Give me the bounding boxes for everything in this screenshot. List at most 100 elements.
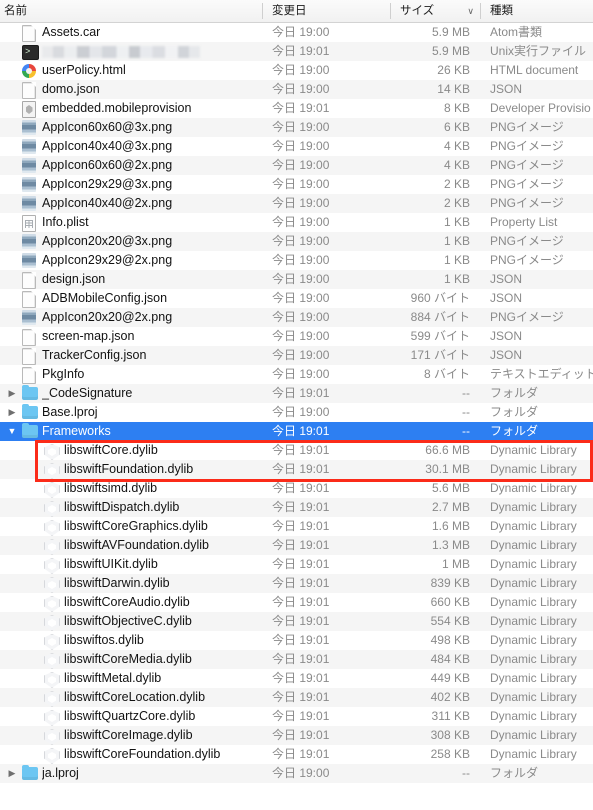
dynamic-library-icon (44, 520, 60, 536)
document-icon (22, 348, 36, 365)
table-row[interactable]: AppIcon60x60@2x.png 今日 19:00 4 KB PNGイメージ (0, 156, 593, 175)
table-row[interactable]: Assets.car 今日 19:00 5.9 MB Atom書類 (0, 23, 593, 42)
table-row[interactable]: libswiftDispatch.dylib 今日 19:01 2.7 MB Dyna… (0, 498, 593, 517)
cell-date: 今日 19:00 (272, 82, 330, 96)
table-row[interactable]: screen-map.json 今日 19:00 599 バイト JSON (0, 327, 593, 346)
cell-size: -- (462, 766, 470, 780)
file-name-label: AppIcon29x29@3x.png (42, 177, 173, 191)
png-image-icon (22, 177, 36, 192)
cell-name: ja.lproj (0, 764, 262, 783)
table-row[interactable]: TrackerConfig.json 今日 19:00 171 バイト JSON (0, 346, 593, 365)
cell-kind: Dynamic Library (490, 595, 577, 609)
cell-name: domo.json (0, 80, 262, 99)
cell-size: 1 KB (443, 272, 470, 286)
cell-kind: Dynamic Library (490, 557, 577, 571)
table-row[interactable]: libswiftCoreGraphics.dylib 今日 19:01 1.6 MB… (0, 517, 593, 536)
cell-size: 308 KB (430, 728, 470, 742)
cell-name: AppIcon60x60@3x.png (0, 118, 262, 137)
cell-date: 今日 19:00 (272, 329, 330, 343)
table-row[interactable]: AppIcon20x20@3x.png 今日 19:00 1 KB PNGイメージ (0, 232, 593, 251)
table-row[interactable]: AppIcon60x60@3x.png 今日 19:00 6 KB PNGイメージ (0, 118, 593, 137)
column-header-bar: 名前 変更日 サイズ ∨ 種類 (0, 0, 593, 23)
table-row[interactable]: ▼ Frameworks 今日 19:01 -- フォルダ (0, 422, 593, 441)
property-list-icon (22, 215, 36, 232)
table-row[interactable]: libswiftCoreImage.dylib 今日 19:01 308 KB Dyn… (0, 726, 593, 745)
table-row[interactable]: ▶ _CodeSignature 今日 19:01 -- フォルダ (0, 384, 593, 403)
document-icon (22, 25, 36, 42)
table-row[interactable]: embedded.mobileprovision 今日 19:01 8 KB Deve… (0, 99, 593, 118)
dynamic-library-icon (44, 653, 60, 669)
file-list[interactable]: Assets.car 今日 19:00 5.9 MB Atom書類今日 19:01 5.… (0, 23, 593, 783)
table-row[interactable]: libswiftCoreFoundation.dylib 今日 19:01 258 … (0, 745, 593, 764)
table-row[interactable]: AppIcon40x40@3x.png 今日 19:00 4 KB PNGイメージ (0, 137, 593, 156)
document-icon (22, 367, 36, 384)
dynamic-library-icon (44, 748, 60, 764)
table-row[interactable]: libswiftObjectiveC.dylib 今日 19:01 554 KB Dy… (0, 612, 593, 631)
cell-size: 2 KB (443, 196, 470, 210)
png-image-icon (22, 310, 36, 325)
table-row[interactable]: AppIcon29x29@2x.png 今日 19:00 1 KB PNGイメージ (0, 251, 593, 270)
column-header-name[interactable]: 名前 (0, 0, 262, 22)
cell-kind: Dynamic Library (490, 481, 577, 495)
cell-date: 今日 19:00 (272, 367, 330, 381)
table-row[interactable]: AppIcon20x20@2x.png 今日 19:00 884 バイト PNGイメー… (0, 308, 593, 327)
table-row[interactable]: libswiftCore.dylib 今日 19:01 66.6 MB Dynamic… (0, 441, 593, 460)
cell-name: AppIcon60x60@2x.png (0, 156, 262, 175)
column-header-size[interactable]: サイズ ∨ (390, 0, 480, 22)
cell-size: 498 KB (430, 633, 470, 647)
column-header-date[interactable]: 変更日 (262, 0, 390, 22)
file-name-label: libswiftDispatch.dylib (64, 500, 180, 514)
cell-size: 6 KB (443, 120, 470, 134)
dynamic-library-icon (44, 691, 60, 707)
table-row[interactable]: AppIcon29x29@3x.png 今日 19:00 2 KB PNGイメージ (0, 175, 593, 194)
column-header-size-label: サイズ (400, 5, 435, 17)
cell-date: 今日 19:00 (272, 63, 330, 77)
table-row[interactable]: libswiftCoreLocation.dylib 今日 19:01 402 KB… (0, 688, 593, 707)
table-row[interactable]: userPolicy.html 今日 19:00 26 KB HTML documen… (0, 61, 593, 80)
cell-date: 今日 19:01 (272, 44, 330, 58)
cell-date: 今日 19:00 (272, 196, 330, 210)
table-row[interactable]: libswiftAVFoundation.dylib 今日 19:01 1.3 MB… (0, 536, 593, 555)
file-name-label: Base.lproj (42, 405, 98, 419)
document-icon (22, 82, 36, 99)
table-row[interactable]: libswiftsimd.dylib 今日 19:01 5.6 MB Dynamic … (0, 479, 593, 498)
file-name-label: _CodeSignature (42, 386, 133, 400)
cell-date: 今日 19:01 (272, 690, 330, 704)
cell-size: 171 バイト (410, 348, 470, 362)
cell-date: 今日 19:00 (272, 120, 330, 134)
table-row[interactable]: libswiftCoreAudio.dylib 今日 19:01 660 KB Dyn… (0, 593, 593, 612)
column-header-kind[interactable]: 種類 (480, 0, 593, 22)
cell-size: 2.7 MB (431, 500, 470, 514)
cell-kind: Dynamic Library (490, 614, 577, 628)
table-row[interactable]: libswiftos.dylib 今日 19:01 498 KB Dynamic Li… (0, 631, 593, 650)
file-name-label: libswiftCoreAudio.dylib (64, 595, 190, 609)
table-row[interactable]: ADBMobileConfig.json 今日 19:00 960 バイト JSON (0, 289, 593, 308)
table-row[interactable]: AppIcon40x40@2x.png 今日 19:00 2 KB PNGイメージ (0, 194, 593, 213)
table-row[interactable]: Info.plist 今日 19:00 1 KB Property List (0, 213, 593, 232)
cell-name: libswiftObjectiveC.dylib (0, 612, 262, 631)
table-row[interactable]: PkgInfo 今日 19:00 8 バイト テキストエディット (0, 365, 593, 384)
cell-date: 今日 19:01 (272, 386, 330, 400)
table-row[interactable]: libswiftQuartzCore.dylib 今日 19:01 311 KB Dy… (0, 707, 593, 726)
cell-kind: PNGイメージ (490, 234, 564, 248)
cell-kind: PNGイメージ (490, 310, 564, 324)
table-row[interactable]: ▶ ja.lproj 今日 19:00 -- フォルダ (0, 764, 593, 783)
file-name-label: libswiftFoundation.dylib (64, 462, 194, 476)
cell-size: 449 KB (430, 671, 470, 685)
table-row[interactable]: libswiftDarwin.dylib 今日 19:01 839 KB Dynami… (0, 574, 593, 593)
table-row[interactable]: libswiftUIKit.dylib 今日 19:01 1 MB Dynamic L… (0, 555, 593, 574)
table-row[interactable]: domo.json 今日 19:00 14 KB JSON (0, 80, 593, 99)
cell-date: 今日 19:01 (272, 576, 330, 590)
cell-size: 960 バイト (410, 291, 470, 305)
file-name-label: PkgInfo (42, 367, 85, 381)
table-row[interactable]: design.json 今日 19:00 1 KB JSON (0, 270, 593, 289)
cell-size: -- (462, 405, 470, 419)
cell-name: Info.plist (0, 213, 262, 232)
table-row[interactable]: libswiftMetal.dylib 今日 19:01 449 KB Dynamic… (0, 669, 593, 688)
table-row[interactable]: 今日 19:01 5.9 MB Unix実行ファイル (0, 42, 593, 61)
table-row[interactable]: libswiftCoreMedia.dylib 今日 19:01 484 KB Dyn… (0, 650, 593, 669)
table-row[interactable]: ▶ Base.lproj 今日 19:00 -- フォルダ (0, 403, 593, 422)
table-row[interactable]: libswiftFoundation.dylib 今日 19:01 30.1 MB D… (0, 460, 593, 479)
file-name-label: libswiftos.dylib (64, 633, 144, 647)
cell-name: AppIcon20x20@3x.png (0, 232, 262, 251)
